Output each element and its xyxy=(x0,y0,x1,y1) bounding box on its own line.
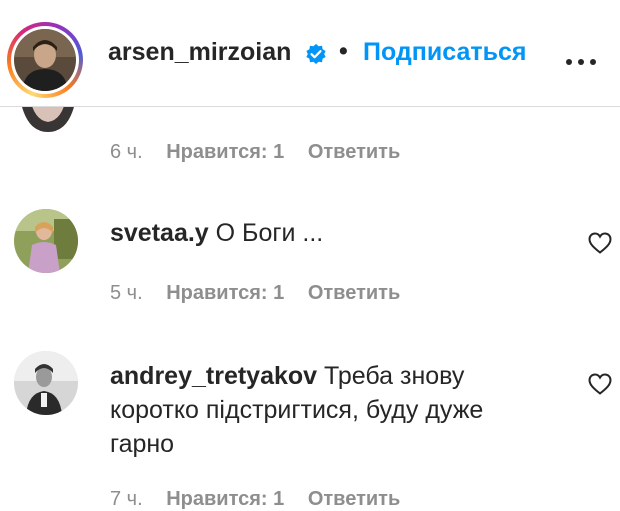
likes-count[interactable]: Нравится: 1 xyxy=(166,488,284,510)
comment-text: О Боги ... xyxy=(215,219,324,247)
comment-body: svetaa.y О Боги ... xyxy=(110,216,580,250)
more-options-icon[interactable] xyxy=(566,52,602,70)
like-heart-icon[interactable] xyxy=(588,232,612,254)
comment-time[interactable]: 6 ч. xyxy=(110,141,143,163)
follow-button[interactable]: Подписаться xyxy=(363,38,526,67)
comment-avatar-image xyxy=(14,351,78,415)
owner-avatar[interactable] xyxy=(7,22,83,98)
comment-time[interactable]: 7 ч. xyxy=(110,488,143,510)
reply-button[interactable]: Ответить xyxy=(308,488,400,510)
owner-username[interactable]: arsen_mirzoian xyxy=(108,38,291,67)
comment-username[interactable]: svetaa.y xyxy=(110,219,209,247)
comment-body: andrey_tretyakov Треба знову коротко під… xyxy=(110,359,530,461)
header-separator: • xyxy=(339,37,348,65)
like-heart-icon[interactable] xyxy=(588,373,612,395)
comment-username[interactable]: andrey_tretyakov xyxy=(110,362,317,390)
reply-button[interactable]: Ответить xyxy=(308,282,400,304)
likes-count[interactable]: Нравится: 1 xyxy=(166,141,284,163)
comment-meta: 5 ч. Нравится: 1 Ответить xyxy=(110,282,400,305)
comment-avatar[interactable] xyxy=(14,209,78,273)
comment-meta: 6 ч. Нравится: 1 Ответить xyxy=(110,141,400,164)
verified-badge-icon xyxy=(306,44,326,64)
comment-avatar-image xyxy=(14,209,78,273)
post-header: arsen_mirzoian • Подписаться xyxy=(0,0,620,107)
comment-avatar[interactable] xyxy=(14,351,78,415)
comment-meta: 7 ч. Нравится: 1 Ответить xyxy=(110,488,400,511)
likes-count[interactable]: Нравится: 1 xyxy=(166,282,284,304)
comment-time[interactable]: 5 ч. xyxy=(110,282,143,304)
owner-avatar-image xyxy=(14,29,76,91)
reply-button[interactable]: Ответить xyxy=(308,141,400,163)
